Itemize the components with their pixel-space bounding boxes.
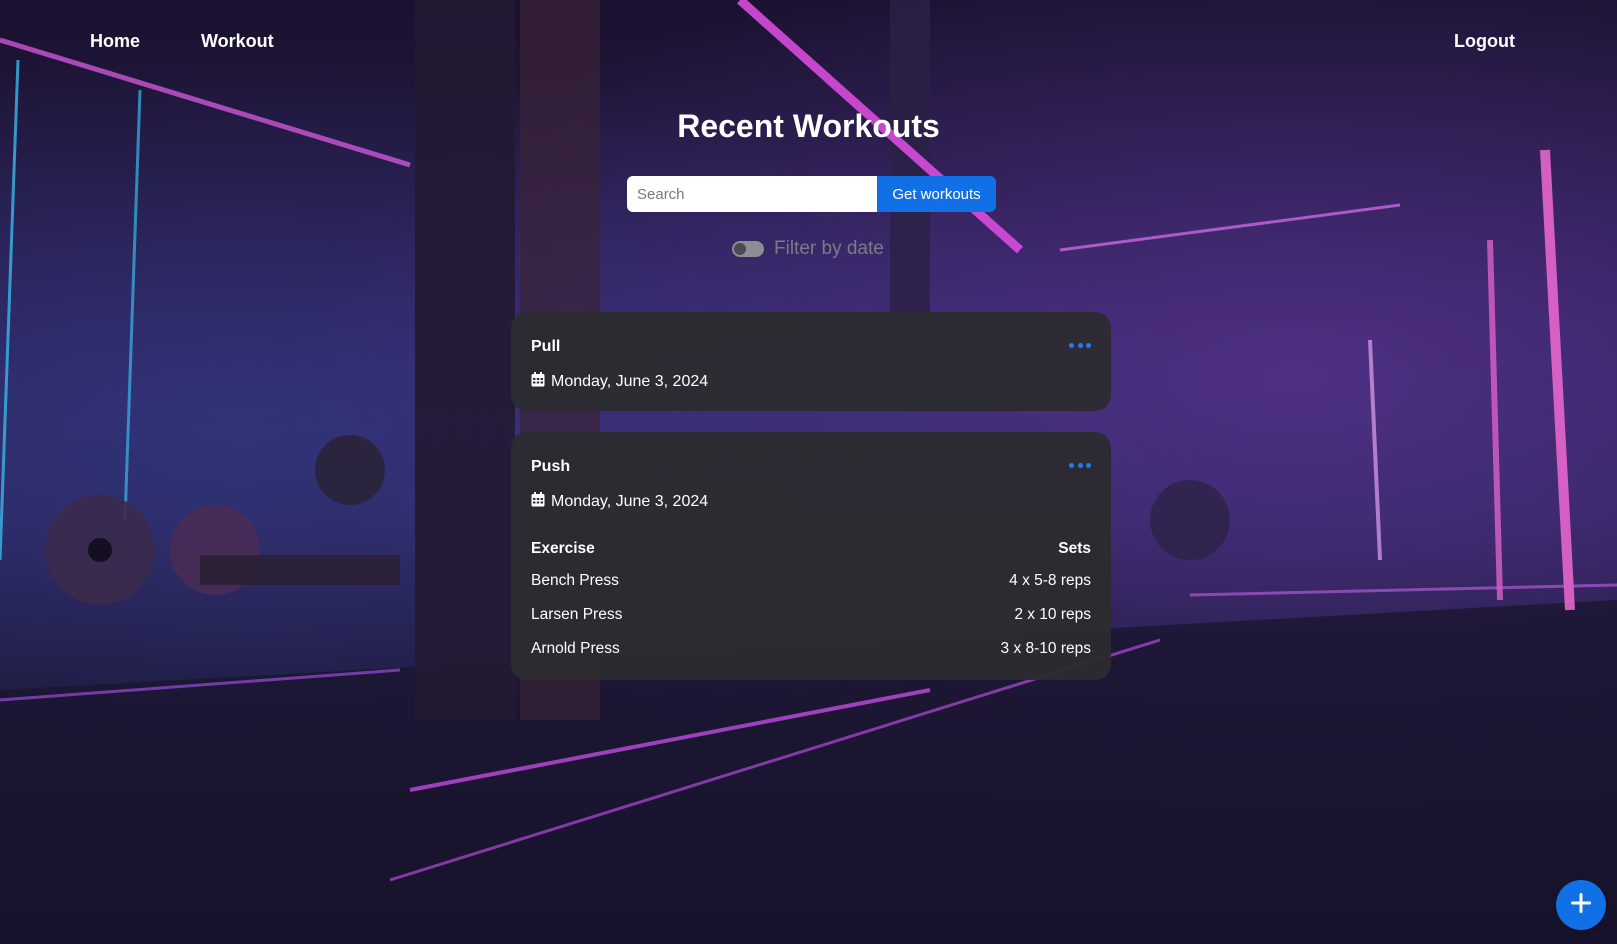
filter-by-date-toggle[interactable] [732,241,764,257]
workout-date-text: Monday, June 3, 2024 [551,493,709,510]
table-row: Larsen Press 2 x 10 reps [531,598,1091,632]
exercise-name: Larsen Press [531,606,623,623]
exercise-sets: 3 x 8-10 reps [1000,640,1091,657]
workout-title: Pull [531,338,561,355]
sets-column-header: Sets [1058,540,1091,557]
search-input[interactable] [627,176,877,212]
plus-icon [1570,892,1592,919]
exercise-sets: 2 x 10 reps [1014,606,1091,623]
more-horizontal-icon[interactable] [1069,460,1091,470]
calendar-icon [531,492,545,512]
table-row: Arnold Press 3 x 8-10 reps [531,632,1091,666]
workout-date: Monday, June 3, 2024 [531,372,708,392]
search-bar: Get workouts [627,176,996,212]
calendar-icon [531,372,545,392]
workout-card: Push Monday, June 3, 2024 Exercise Sets [511,432,1111,680]
exercise-column-header: Exercise [531,540,595,557]
nav-workout-link[interactable]: Workout [201,31,274,52]
filter-by-date-control: Filter by date [732,238,884,260]
exercise-sets: 4 x 5-8 reps [1009,572,1091,589]
page-title: Recent Workouts [677,108,940,144]
table-row: Bench Press 4 x 5-8 reps [531,564,1091,598]
exercise-table: Exercise Sets Bench Press 4 x 5-8 reps L… [531,534,1091,666]
more-horizontal-icon[interactable] [1069,340,1091,350]
exercise-name: Bench Press [531,572,619,589]
exercise-table-header: Exercise Sets [531,534,1091,564]
workout-title: Push [531,458,571,475]
add-workout-button[interactable] [1556,880,1606,930]
get-workouts-button[interactable]: Get workouts [877,176,996,212]
nav-logout-link[interactable]: Logout [1454,31,1515,52]
exercise-name: Arnold Press [531,640,620,657]
workout-date-text: Monday, June 3, 2024 [551,373,709,390]
filter-by-date-label: Filter by date [774,238,884,259]
workout-card: Pull Monday, June 3, 2024 [511,312,1111,411]
nav-home-link[interactable]: Home [90,31,140,52]
workout-date: Monday, June 3, 2024 [531,492,708,512]
